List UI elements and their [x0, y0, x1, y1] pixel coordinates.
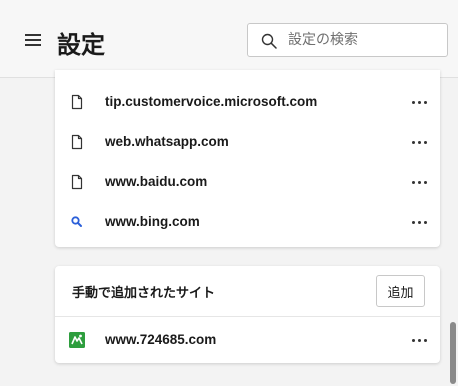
section-title: 手動で追加されたサイト	[72, 286, 216, 301]
settings-header: 設定	[0, 0, 458, 78]
search-input[interactable]	[288, 24, 443, 56]
add-site-button[interactable]: 追加	[376, 275, 425, 307]
search-box[interactable]	[247, 23, 448, 57]
list-item[interactable]: www.baidu.com	[55, 162, 440, 202]
list-item[interactable]: web.whatsapp.com	[55, 122, 440, 162]
page-icon	[71, 134, 83, 150]
bing-search-icon	[71, 216, 82, 227]
more-options-button[interactable]	[407, 332, 431, 348]
menu-icon[interactable]	[25, 34, 41, 46]
more-options-button[interactable]	[407, 134, 431, 150]
site-url: www.bing.com	[105, 214, 200, 229]
green-site-icon	[69, 332, 85, 348]
divider	[55, 316, 440, 317]
page-title: 設定	[57, 31, 105, 59]
site-url: tip.customervoice.microsoft.com	[105, 94, 318, 109]
site-url: www.baidu.com	[105, 174, 208, 189]
more-options-button[interactable]	[407, 174, 431, 190]
site-url: www.724685.com	[105, 332, 217, 347]
manually-added-sites-card: 手動で追加されたサイト 追加 www.724685.com	[55, 266, 440, 363]
search-icon	[261, 33, 277, 49]
scrollbar-thumb[interactable]	[450, 322, 456, 384]
list-item[interactable]: www.724685.com	[55, 320, 440, 360]
page-icon	[71, 174, 83, 190]
site-list-card: tip.customervoice.microsoft.com web.what…	[55, 70, 440, 247]
list-item[interactable]: www.bing.com	[55, 202, 440, 242]
list-item[interactable]: tip.customervoice.microsoft.com	[55, 82, 440, 122]
more-options-button[interactable]	[407, 94, 431, 110]
site-url: web.whatsapp.com	[105, 134, 229, 149]
more-options-button[interactable]	[407, 214, 431, 230]
page-icon	[71, 94, 83, 110]
